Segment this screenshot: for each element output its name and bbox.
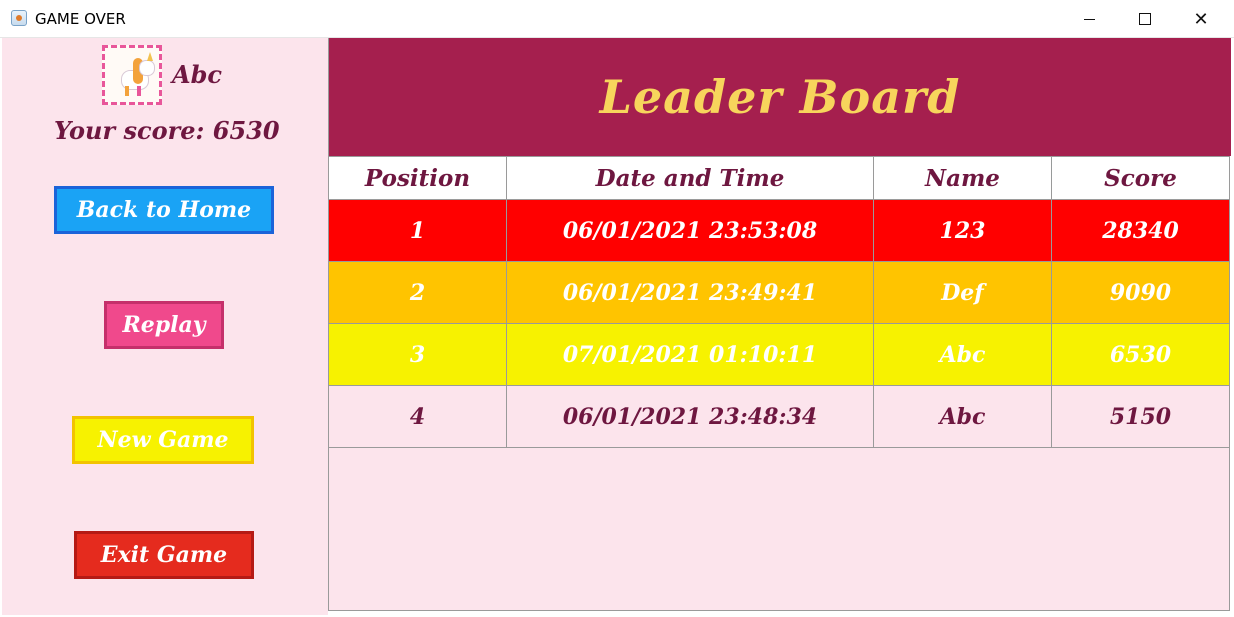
java-app-icon [11,10,27,26]
cell-date-time: 06/01/2021 23:53:08 [507,200,874,261]
cell-name: Abc [874,324,1052,385]
cell-date-time: 06/01/2021 23:49:41 [507,262,874,323]
avatar [102,45,162,105]
cell-date-time: 06/01/2021 23:48:34 [507,386,874,447]
maximize-icon [1139,13,1151,25]
window-title: GAME OVER [35,10,126,28]
cell-name: Def [874,262,1052,323]
player-score: Your score: 6530 [54,116,280,145]
cell-position: 1 [329,200,507,261]
player-panel: Abc Your score: 6530 Back to Home Replay… [2,38,328,615]
table-row[interactable]: 2 06/01/2021 23:49:41 Def 9090 [329,262,1230,324]
minimize-icon [1083,18,1095,20]
cell-name: 123 [874,200,1052,261]
maximize-button[interactable] [1117,0,1173,38]
back-to-home-button[interactable]: Back to Home [54,186,274,234]
cell-position: 4 [329,386,507,447]
header-name: Name [874,157,1052,199]
header-score: Score [1052,157,1230,199]
header-date-time: Date and Time [507,157,874,199]
table-row[interactable]: 4 06/01/2021 23:48:34 Abc 5150 [329,386,1230,448]
minimize-button[interactable] [1061,0,1117,38]
header-position: Position [329,157,507,199]
cell-score: 28340 [1052,200,1230,261]
cell-date-time: 07/01/2021 01:10:11 [507,324,874,385]
table-row[interactable]: 1 06/01/2021 23:53:08 123 28340 [329,200,1230,262]
leaderboard-title: Leader Board [599,70,961,124]
close-button[interactable]: ✕ [1173,0,1229,38]
cell-position: 3 [329,324,507,385]
replay-button[interactable]: Replay [104,301,224,349]
leaderboard-panel: Leader Board Position Date and Time Name… [328,38,1231,611]
cell-score: 5150 [1052,386,1230,447]
cell-score: 9090 [1052,262,1230,323]
new-game-button[interactable]: New Game [72,416,254,464]
cell-name: Abc [874,386,1052,447]
cell-position: 2 [329,262,507,323]
player-name: Abc [172,60,223,89]
table-row[interactable]: 3 07/01/2021 01:10:11 Abc 6530 [329,324,1230,386]
cell-score: 6530 [1052,324,1230,385]
window-titlebar: GAME OVER ✕ [0,0,1234,38]
leaderboard-banner: Leader Board [329,38,1231,156]
exit-game-button[interactable]: Exit Game [74,531,254,579]
leaderboard-header-row: Position Date and Time Name Score [329,156,1230,200]
close-icon: ✕ [1193,8,1209,30]
